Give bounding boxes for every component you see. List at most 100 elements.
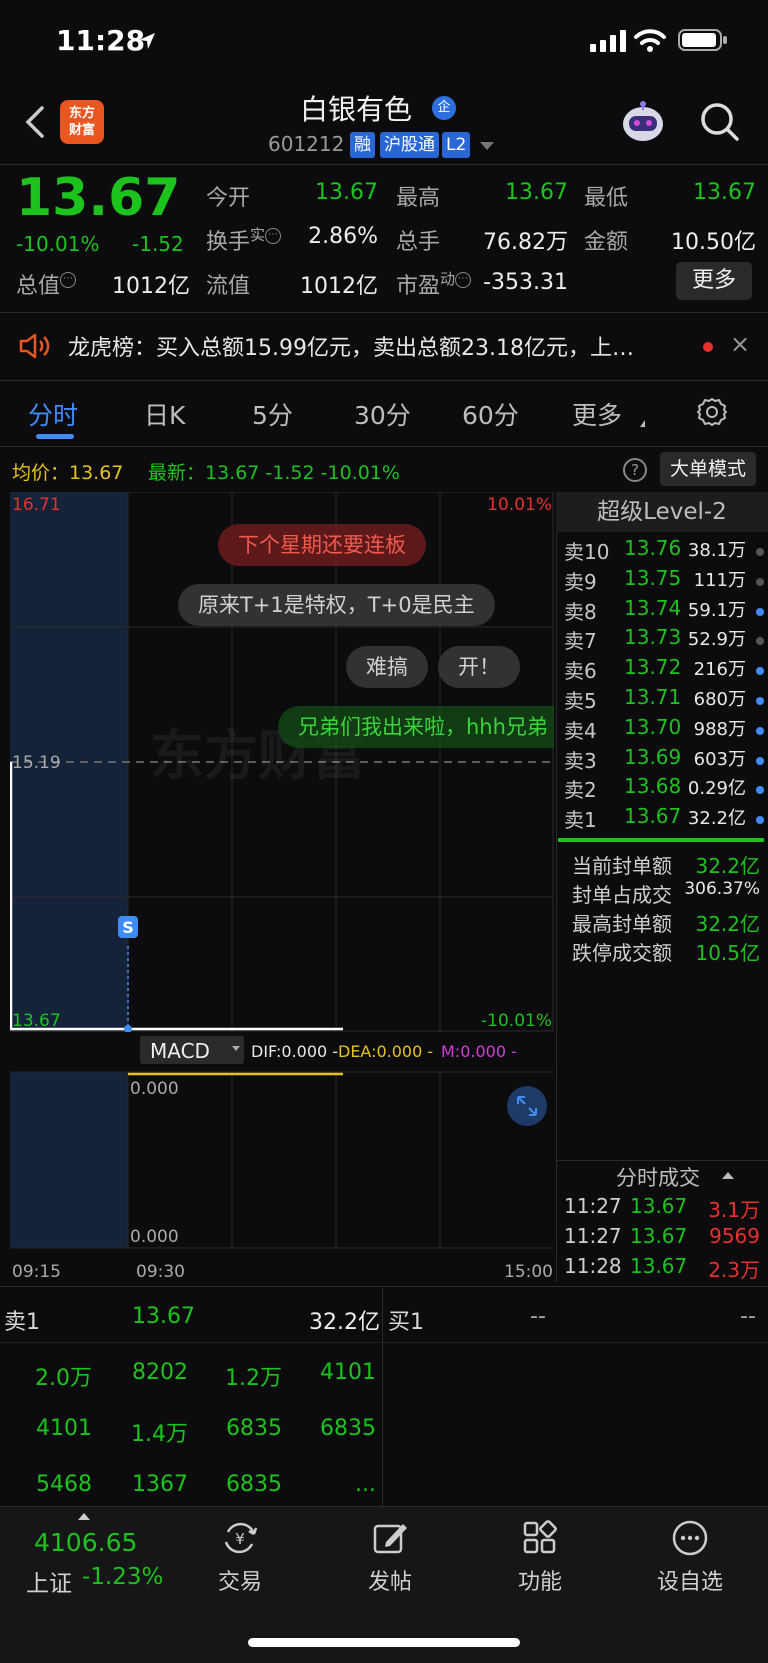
tab-60min[interactable]: 60分 [462, 396, 519, 432]
trade-price: 13.67 [630, 1224, 688, 1248]
comment-bubble[interactable]: 兄弟们我出来啦，hhh兄弟 [278, 706, 554, 748]
ask-row[interactable]: 卖6 13.72 216万 [562, 655, 764, 685]
tab-daily-k[interactable]: 日K [144, 396, 185, 432]
open-label: 今开 [206, 186, 251, 211]
trades-title[interactable]: 分时成交 [616, 1162, 700, 1192]
average-price: 均价：13.67 [12, 462, 124, 484]
margin-tag: 融 [350, 132, 375, 158]
robot-assistant-icon[interactable] [618, 98, 668, 148]
info-icon[interactable]: ⋯ [60, 272, 77, 288]
dif-value: DIF:0.000 - [251, 1042, 338, 1061]
notice-text[interactable]: 龙虎榜：买入总额15.99亿元，卖出总额23.18亿元，上… [68, 330, 634, 362]
chevron-down-icon[interactable] [480, 142, 494, 150]
comment-bubble[interactable]: 原来T+1是特权，T+0是民主 [178, 584, 495, 626]
wifi-icon [634, 29, 666, 52]
ask-row[interactable]: 卖2 13.68 0.29亿 [562, 774, 764, 804]
info-icon[interactable]: ⋯ [455, 272, 472, 288]
ask-volume: 111万 [693, 569, 746, 591]
index-name[interactable]: 上证 [26, 1564, 72, 1598]
macd-selector-label: MACD [150, 1039, 210, 1063]
market-cap-label-text: 总值 [16, 274, 61, 299]
ask-row[interactable]: 卖1 13.67 32.2亿 [562, 804, 764, 834]
low-label: 最低 [584, 186, 629, 211]
s-marker-label: S [122, 918, 134, 937]
search-icon[interactable] [698, 100, 742, 144]
trade-volume: 9569 [709, 1224, 760, 1248]
ask-volume: 680万 [693, 689, 746, 710]
stock-name[interactable]: 白银有色 [300, 88, 412, 128]
trade-volume: 2.3万 [708, 1258, 760, 1282]
close-icon[interactable]: × [730, 330, 750, 358]
help-icon[interactable]: ? [623, 458, 647, 482]
ask-level: 卖3 [564, 748, 597, 773]
volume-value: 76.82万 [483, 230, 568, 255]
ask-dot [756, 667, 764, 676]
macd-chart[interactable]: MACD DIF:0.000 - DEA:0.000 - M:0.000 - 0… [10, 1032, 554, 1260]
ask-row[interactable]: 卖8 13.74 59.1万 [562, 596, 764, 626]
ask-dot [756, 607, 764, 616]
more-button[interactable]: 更多 [676, 262, 752, 300]
ask-row[interactable]: 卖10 13.76 38.1万 [562, 536, 764, 566]
open-value: 13.67 [315, 180, 378, 205]
pe-label[interactable]: 市盈动 ⋯ [396, 268, 472, 300]
ask-price: 13.73 [624, 625, 682, 650]
divider [0, 380, 768, 381]
divider [0, 1342, 768, 1343]
tab-intraday[interactable]: 分时 [28, 396, 78, 432]
comment-bubble[interactable]: 下个星期还要连板 [218, 524, 426, 566]
level2-tag: L2 [442, 132, 471, 158]
trade-volume: 3.1万 [708, 1198, 760, 1222]
edit-icon [373, 1524, 407, 1554]
expand-button[interactable] [507, 1086, 547, 1126]
ask-dot [756, 548, 764, 556]
market-cap-label[interactable]: 总值 ⋯ [16, 268, 77, 300]
ask-price: 13.75 [624, 565, 682, 590]
gear-icon[interactable] [696, 396, 728, 428]
ask-row[interactable]: 卖7 13.73 52.9万 [562, 625, 764, 655]
tab-5min[interactable]: 5分 [252, 396, 293, 432]
trade-time: 11:27 [564, 1224, 622, 1248]
big-order-mode-button[interactable]: 大单模式 [660, 452, 756, 486]
buy1-price: -- [530, 1304, 546, 1329]
current-price: 13.67 [16, 168, 181, 228]
divider [0, 1286, 768, 1287]
tab-30min[interactable]: 30分 [354, 396, 411, 432]
ask-row[interactable]: 卖5 13.71 680万 [562, 685, 764, 715]
tab-more[interactable]: 更多 [572, 396, 622, 432]
turnover-label[interactable]: 换手实 ⋯ [206, 224, 282, 256]
index-value[interactable]: 4106.65 [34, 1528, 137, 1557]
ask-price: 13.74 [624, 595, 682, 620]
home-indicator [248, 1638, 520, 1647]
ask-level: 卖9 [564, 569, 597, 594]
nav-trade[interactable]: ¥ 交易 [190, 1518, 290, 1596]
ask-level: 卖10 [564, 540, 610, 564]
nav-post[interactable]: 发帖 [340, 1518, 440, 1596]
ask-price: 13.67 [624, 804, 682, 829]
queue-cell: ... [355, 1472, 376, 1497]
intraday-chart[interactable]: 东方财富 16.71 15.19 13.67 10.01% -10.01% S [10, 492, 554, 1032]
nav-watchlist[interactable]: 设自选 [640, 1518, 740, 1596]
logo-text-bottom: 财富 [68, 123, 95, 138]
latest-price-line: 最新：13.67 -1.52 -10.01% [148, 462, 400, 484]
buy1-label: 买1 [388, 1310, 424, 1335]
back-arrow-icon[interactable] [20, 100, 50, 144]
location-arrow-icon [139, 33, 155, 49]
chevron-up-icon[interactable] [722, 1172, 734, 1179]
info-icon[interactable]: ⋯ [265, 228, 282, 244]
ask-row[interactable]: 卖3 13.69 603万 [562, 745, 764, 775]
comment-bubble[interactable]: 难搞 [346, 646, 428, 688]
ask-price: 13.70 [624, 714, 682, 739]
ask-row[interactable]: 卖9 13.75 111万 [562, 566, 764, 596]
chevron-up-icon[interactable] [78, 1513, 90, 1520]
level2-title[interactable]: 超级Level-2 [556, 492, 768, 532]
queue-cell: 4101 [320, 1360, 376, 1385]
nav-functions[interactable]: 功能 [490, 1518, 590, 1596]
trade-icon: ¥ [224, 1522, 258, 1554]
ask-row[interactable]: 卖4 13.70 988万 [562, 715, 764, 745]
ask-dot [756, 697, 764, 705]
ask-level: 卖5 [564, 689, 597, 713]
ask-volume: 988万 [693, 718, 746, 740]
comment-bubble[interactable]: 开！ [438, 646, 520, 688]
index-percent[interactable]: -1.23% [82, 1564, 163, 1590]
seal-stat-value: 32.2亿 [695, 912, 760, 936]
